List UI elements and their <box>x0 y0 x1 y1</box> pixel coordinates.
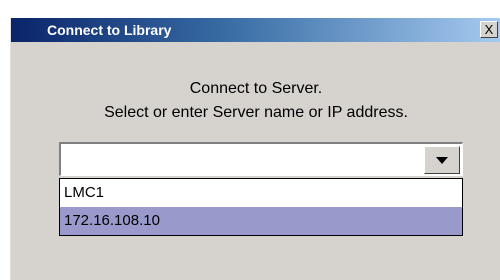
server-dropdown-list: LMC1 172.16.108.10 <box>59 178 463 236</box>
message-line-2: Select or enter Server name or IP addres… <box>104 104 408 121</box>
title-bar[interactable]: Connect to Library X <box>11 18 500 42</box>
dropdown-button[interactable] <box>424 146 460 174</box>
close-button[interactable]: X <box>480 21 498 38</box>
chevron-down-icon <box>436 156 448 164</box>
window-title: Connect to Library <box>47 22 172 38</box>
connect-dialog: Connect to Library X Connect to Server. … <box>10 18 500 280</box>
server-input[interactable] <box>61 144 421 174</box>
message-line-1: Connect to Server. <box>189 80 323 97</box>
close-icon: X <box>484 22 494 37</box>
server-combo-box[interactable] <box>59 142 463 176</box>
dropdown-option-lmc1[interactable]: LMC1 <box>60 179 462 207</box>
dropdown-option-ip[interactable]: 172.16.108.10 <box>60 207 462 235</box>
